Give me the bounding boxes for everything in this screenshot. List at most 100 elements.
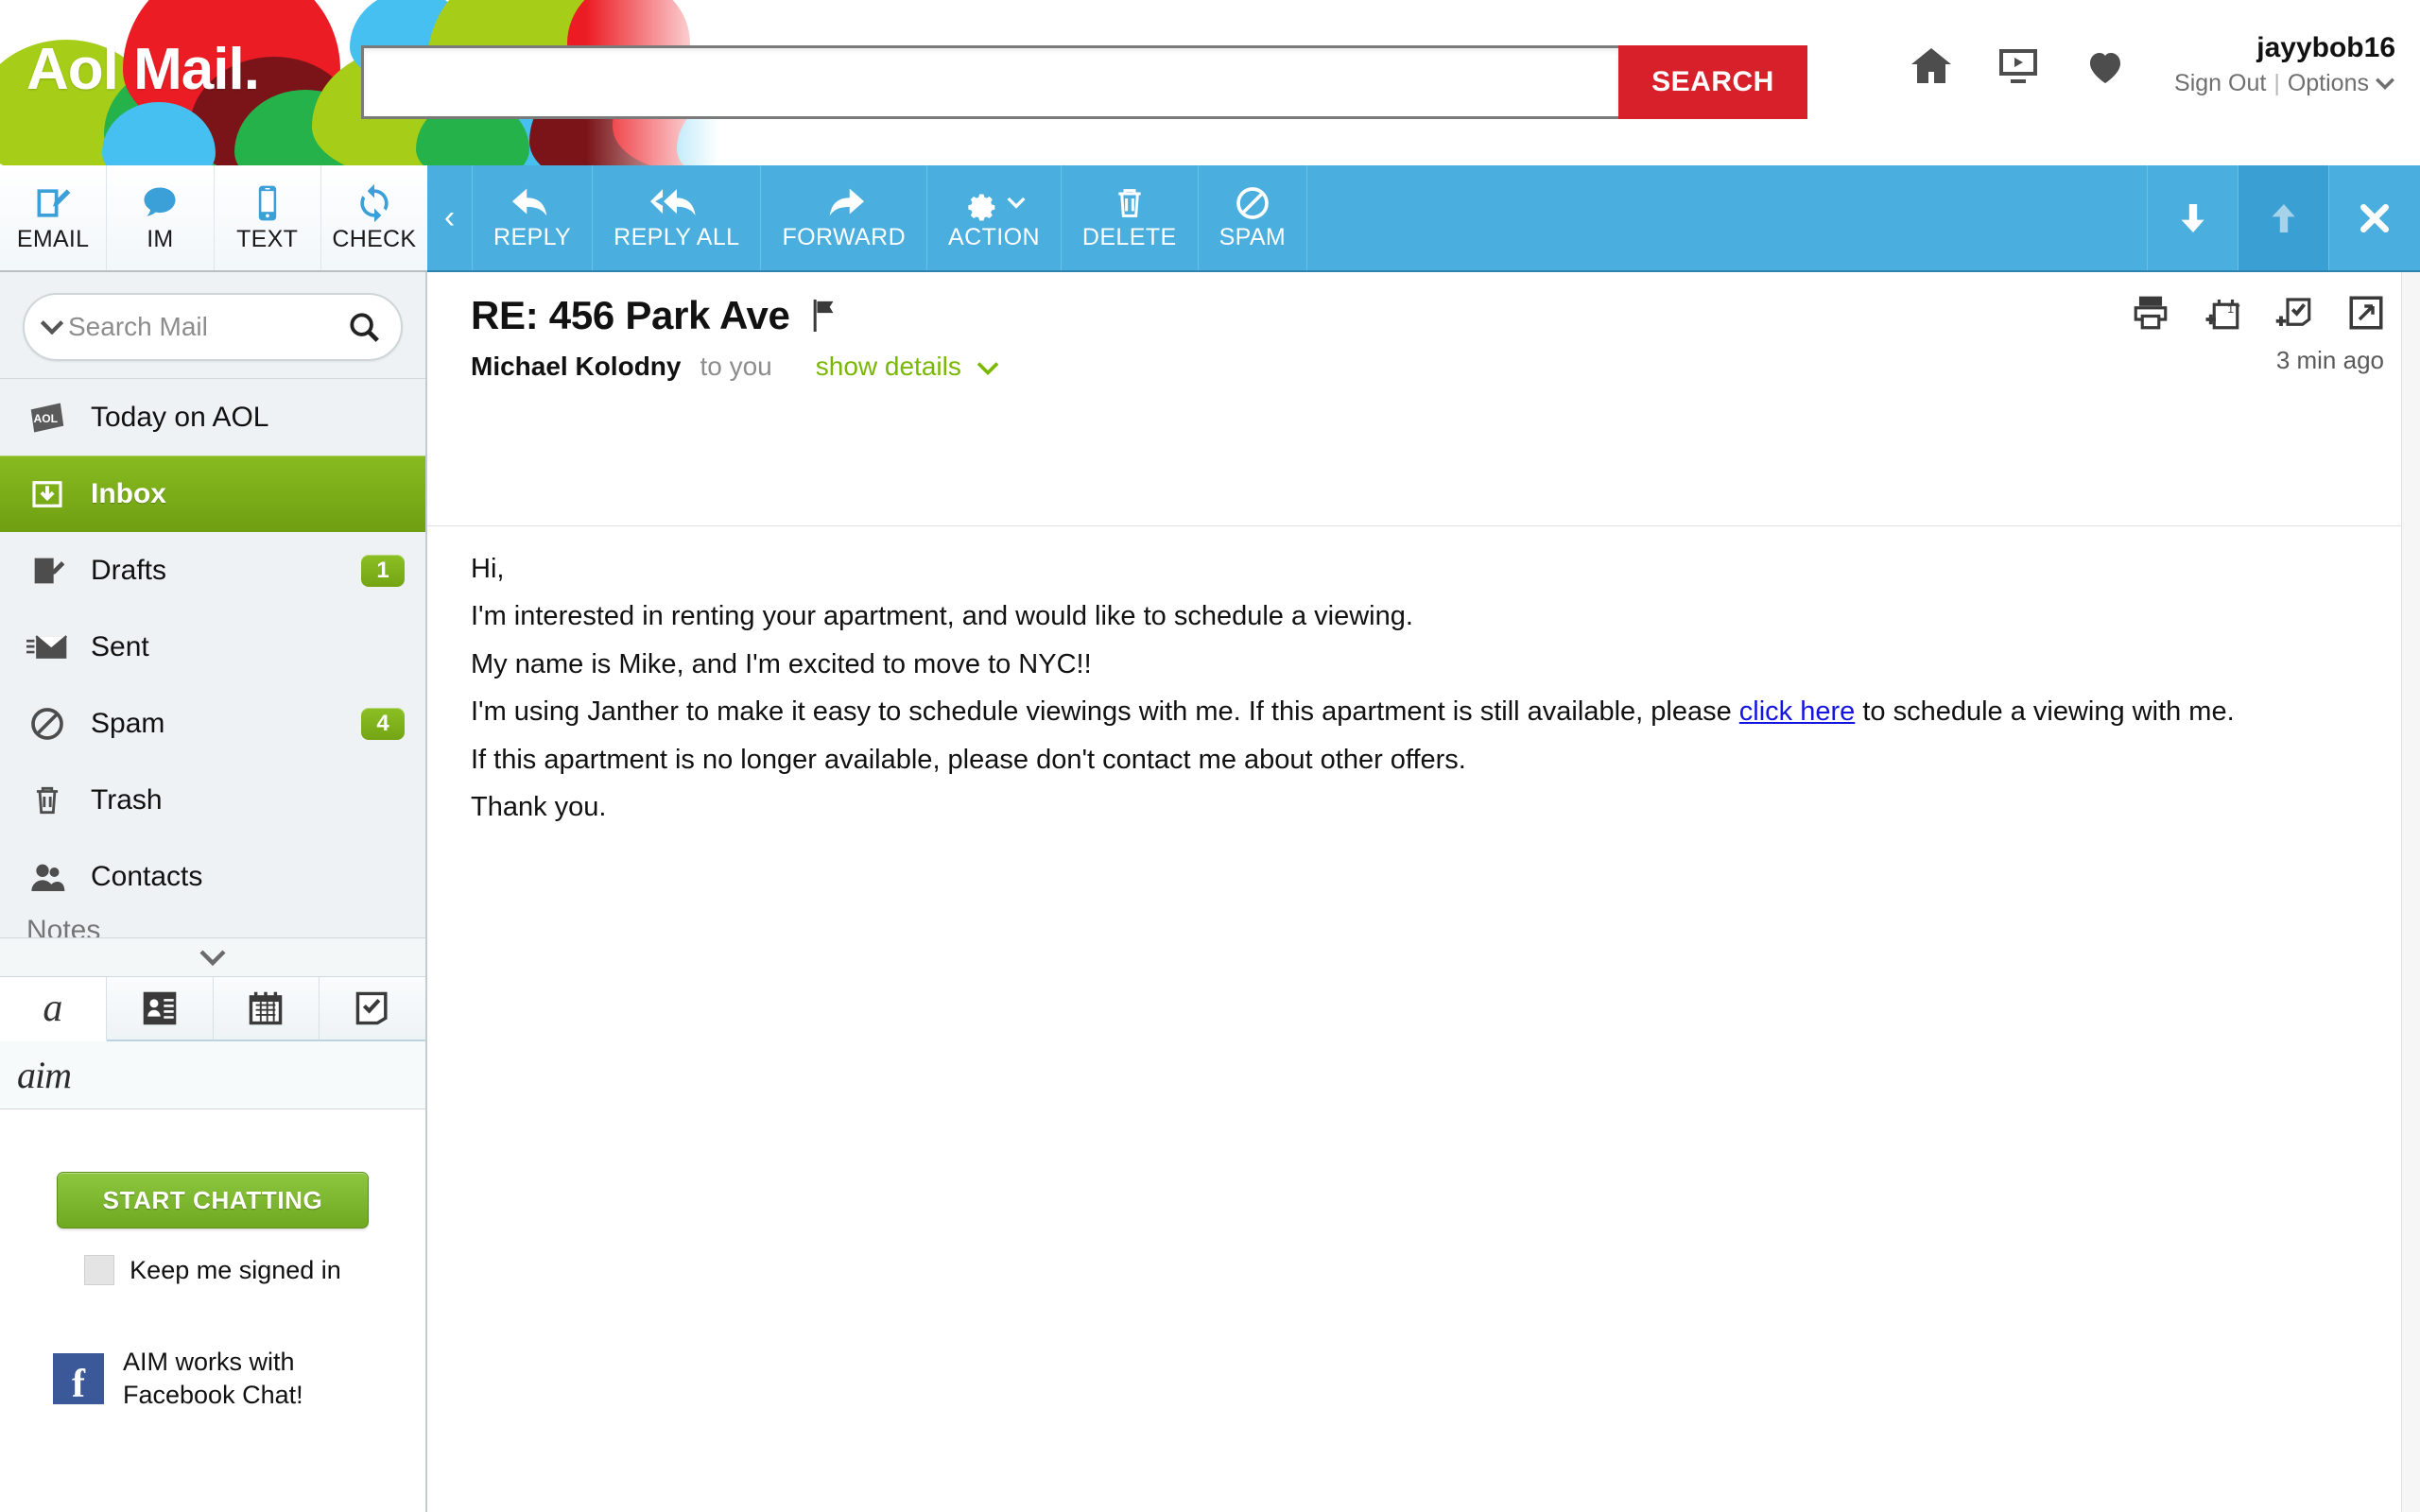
chevron-down-icon[interactable]	[2375, 77, 2395, 91]
message-body: Hi, I'm interested in renting your apart…	[427, 526, 2420, 824]
trash-icon	[1111, 184, 1149, 222]
tab-calendar[interactable]	[214, 977, 320, 1040]
sidebar-item-trash[interactable]: Trash	[0, 762, 425, 838]
search-input[interactable]	[361, 45, 1618, 119]
compose-tools: EMAIL IM TEXT CHECK	[0, 165, 427, 272]
chevron-down-icon[interactable]	[40, 319, 64, 335]
refresh-icon	[354, 182, 395, 224]
aim-brand: aim	[0, 1041, 425, 1109]
tab-todo[interactable]	[320, 977, 425, 1040]
keep-signed-in-checkbox[interactable]	[84, 1255, 114, 1285]
text-label: TEXT	[236, 226, 298, 253]
forward-arrow-icon	[822, 184, 866, 222]
keep-signed-in-label: Keep me signed in	[130, 1256, 341, 1285]
message-header: RE: 456 Park Ave Michael Kolodny to you …	[427, 272, 2420, 382]
start-chatting-button[interactable]: START CHATTING	[57, 1172, 369, 1228]
sidebar-item-spam[interactable]: Spam 4	[0, 685, 425, 762]
body-paragraph: If this apartment is no longer available…	[471, 744, 2377, 777]
options-link[interactable]: Options	[2288, 70, 2369, 96]
sidebar-item-inbox[interactable]: Inbox	[0, 455, 425, 532]
sign-out-link[interactable]: Sign Out	[2174, 70, 2266, 96]
reply-all-button[interactable]: REPLY ALL	[593, 165, 761, 270]
heart-icon[interactable]	[2080, 43, 2131, 89]
account-links: Sign Out|Options	[2174, 70, 2395, 97]
action-label: ACTION	[948, 224, 1040, 251]
logo-dot: .	[244, 37, 259, 102]
app-header: Aol Mail. SEARCH jayybob16 Sign Out|Opti…	[0, 0, 2420, 165]
print-icon[interactable]	[2131, 293, 2170, 333]
partial-folder-row[interactable]: Notes	[0, 915, 425, 937]
chevron-down-icon	[977, 361, 999, 375]
account-info: jayybob16 Sign Out|Options	[2174, 30, 2395, 97]
check-label: CHECK	[332, 226, 416, 253]
message-sender[interactable]: Michael Kolodny	[471, 352, 681, 382]
tab-aim[interactable]: a	[0, 977, 107, 1041]
show-details-link[interactable]: show details	[816, 352, 999, 382]
search-button[interactable]: SEARCH	[1618, 45, 1807, 119]
address-book-icon	[140, 990, 180, 1026]
sent-icon	[26, 629, 68, 665]
svg-text:17: 17	[2227, 302, 2240, 316]
message-pane: RE: 456 Park Ave Michael Kolodny to you …	[427, 272, 2420, 1512]
spam-button[interactable]: SPAM	[1199, 165, 1308, 270]
action-button[interactable]: ACTION	[927, 165, 1062, 270]
forward-button[interactable]: FORWARD	[761, 165, 927, 270]
next-message-button[interactable]	[2148, 165, 2238, 270]
delete-button[interactable]: DELETE	[1062, 165, 1199, 270]
partial-folder-label: Notes	[26, 915, 100, 937]
check-mail-button[interactable]: CHECK	[321, 165, 427, 270]
add-task-icon[interactable]	[2274, 293, 2314, 333]
sidebar-label: Inbox	[91, 478, 405, 510]
text-button[interactable]: TEXT	[215, 165, 321, 270]
sidebar-item-today-on-aol[interactable]: AOL Today on AOL	[0, 379, 425, 455]
email-compose-button[interactable]: EMAIL	[0, 165, 107, 270]
arrow-up-icon	[2265, 199, 2303, 237]
flag-icon[interactable]	[811, 300, 838, 332]
sidebar-label: Today on AOL	[91, 402, 405, 434]
close-message-button[interactable]	[2329, 165, 2420, 270]
sidebar-item-drafts[interactable]: Drafts 1	[0, 532, 425, 609]
action-forward-label: FORWARD	[782, 224, 906, 251]
arrow-down-icon	[2174, 199, 2212, 237]
reply-button[interactable]: REPLY	[473, 165, 593, 270]
search-mail-input[interactable]: Search Mail	[23, 293, 403, 361]
aim-panel: START CHATTING Keep me signed in f AIM w…	[0, 1109, 425, 1512]
search-icon[interactable]	[346, 309, 382, 345]
popout-icon[interactable]	[2346, 293, 2386, 333]
spam-badge: 4	[361, 708, 405, 740]
vertical-scrollbar[interactable]	[2401, 272, 2420, 1512]
phone-icon	[247, 182, 288, 224]
spam-label: SPAM	[1219, 224, 1287, 251]
global-search: SEARCH	[361, 45, 1807, 119]
body-paragraph-with-link: I'm using Janther to make it easy to sch…	[471, 696, 2377, 729]
tab-address-book[interactable]	[107, 977, 214, 1040]
toolbar-row: EMAIL IM TEXT CHECK ‹ REPLY REPLY ALL FO…	[0, 165, 2420, 272]
add-to-calendar-icon[interactable]: 17	[2203, 293, 2242, 333]
facebook-line-2: Facebook Chat!	[123, 1381, 303, 1409]
svg-text:AOL: AOL	[34, 412, 59, 425]
aim-tab-bar: a	[0, 977, 425, 1041]
body-paragraph: My name is Mike, and I'm excited to move…	[471, 648, 2377, 681]
video-icon[interactable]	[1993, 43, 2044, 89]
sidebar-item-sent[interactable]: Sent	[0, 609, 425, 685]
calendar-icon	[246, 990, 285, 1026]
sidebar-label: Drafts	[91, 555, 338, 587]
account-username: jayybob16	[2174, 30, 2395, 66]
folder-expander-button[interactable]	[0, 937, 425, 977]
collapse-pane-button[interactable]: ‹	[427, 165, 473, 270]
sender-row: Michael Kolodny to you show details	[471, 352, 2382, 382]
logo-text: Aol Mail	[26, 37, 244, 102]
search-mail-placeholder: Search Mail	[68, 312, 346, 342]
home-icon[interactable]	[1906, 43, 1957, 89]
sidebar-item-contacts[interactable]: Contacts	[0, 838, 425, 915]
reply-arrow-icon	[510, 184, 554, 222]
facebook-promo[interactable]: f AIM works with Facebook Chat!	[0, 1346, 425, 1411]
click-here-link[interactable]: click here	[1739, 696, 1856, 727]
chevron-down-icon	[199, 949, 227, 966]
previous-message-button[interactable]	[2238, 165, 2329, 270]
im-button[interactable]: IM	[107, 165, 214, 270]
todo-icon	[353, 990, 392, 1026]
aol-mail-logo[interactable]: Aol Mail.	[26, 36, 259, 103]
sidebar-label: Contacts	[91, 861, 405, 893]
close-x-icon	[2356, 199, 2394, 237]
